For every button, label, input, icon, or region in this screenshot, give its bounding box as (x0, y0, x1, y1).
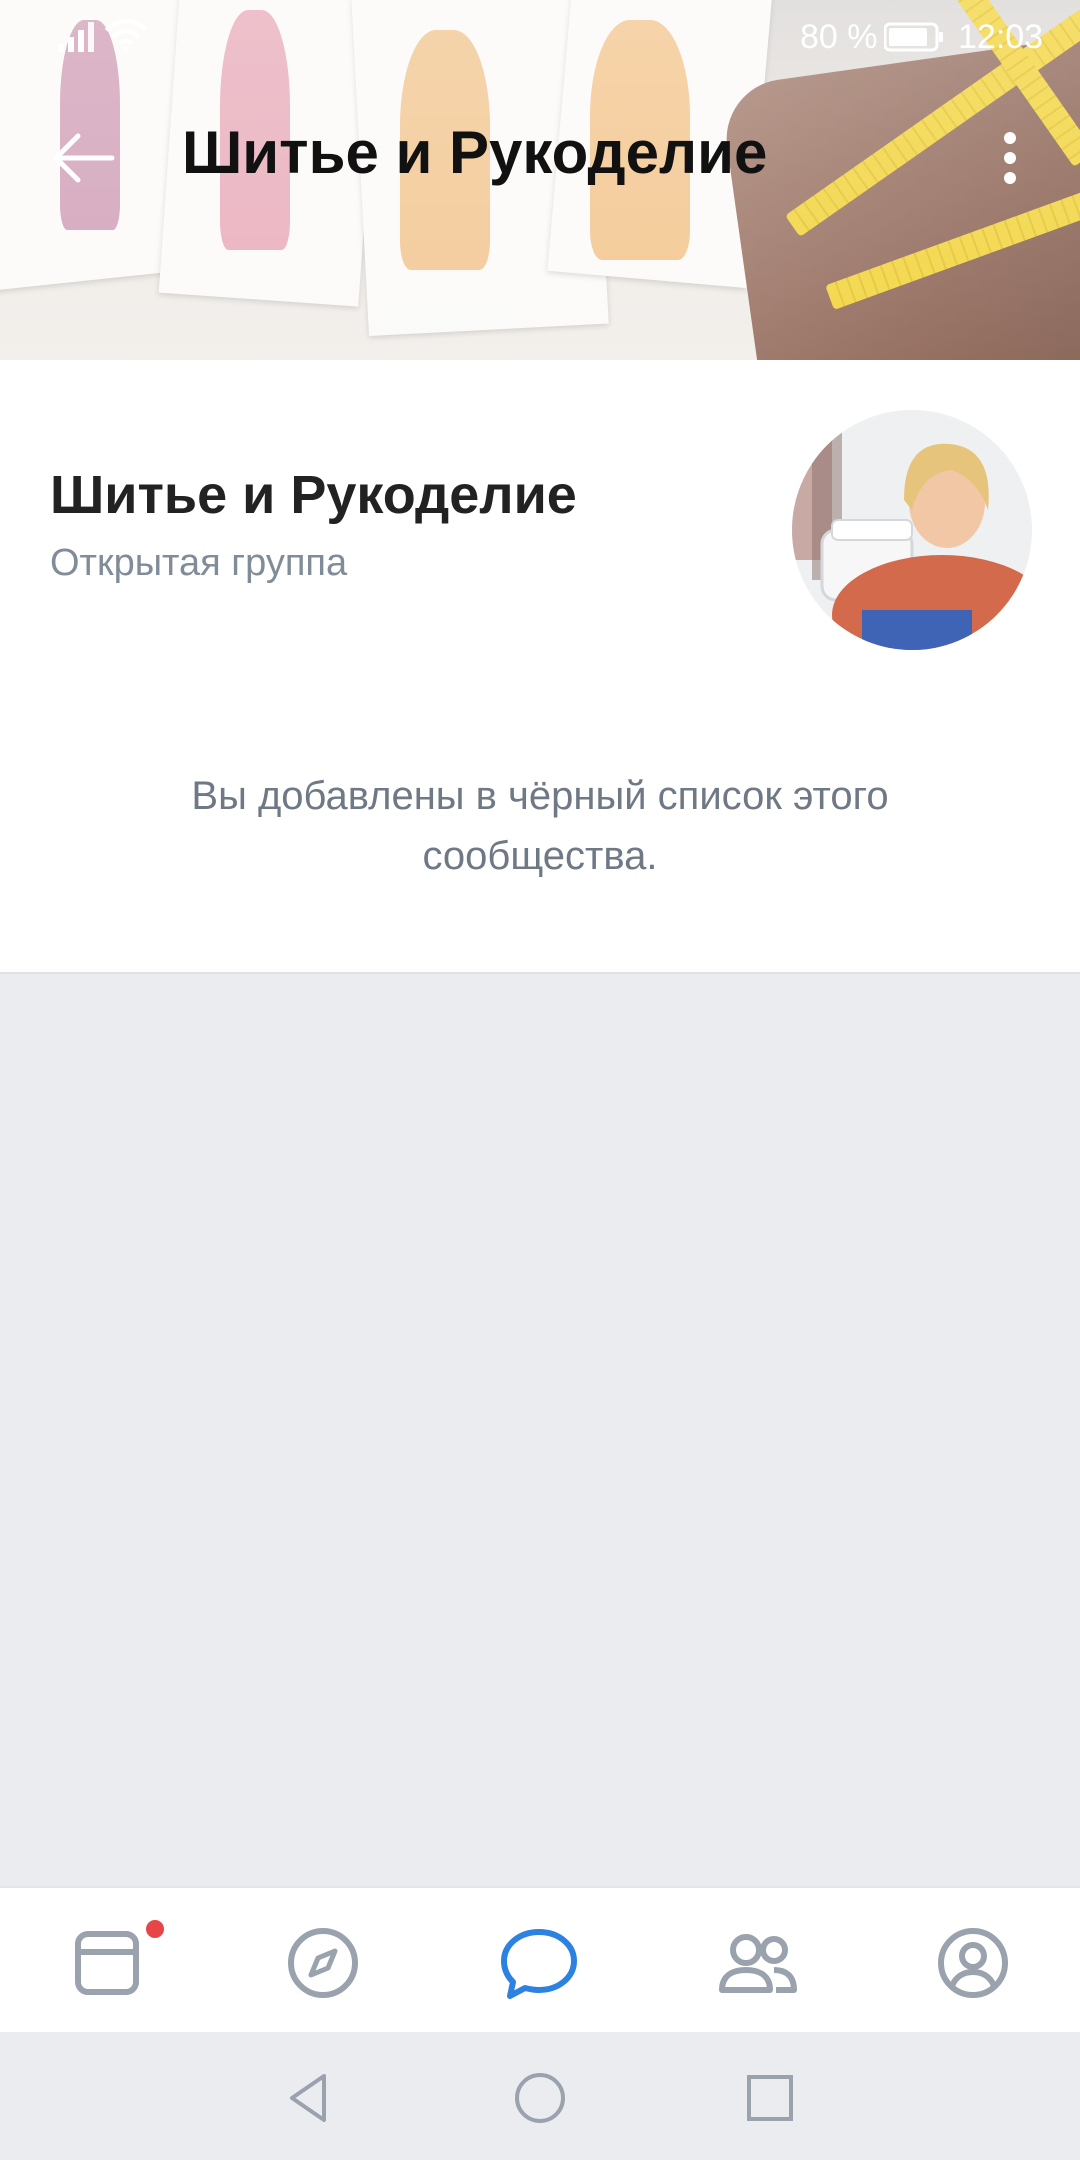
battery-icon (884, 22, 943, 52)
group-card: Шитье и Рукоделие Открытая группа Вы доб… (0, 360, 1080, 974)
wifi-icon (104, 19, 148, 52)
group-name: Шитье и Рукоделие (50, 465, 577, 525)
header-title: Шитье и Рукоделие (182, 119, 768, 186)
battery-percent: 80 % (800, 18, 878, 56)
tab-news[interactable] (62, 1918, 152, 2008)
notification-badge (144, 1918, 166, 1940)
avatar-image (792, 410, 1032, 650)
group-avatar[interactable] (792, 410, 1032, 650)
bottom-tab-bar (0, 1886, 1080, 2034)
system-navigation-bar (0, 2032, 1080, 2160)
system-back-icon[interactable] (280, 2068, 340, 2128)
newsfeed-icon (75, 1931, 139, 1995)
chat-bubble-icon (501, 1929, 577, 1999)
tab-explore[interactable] (278, 1918, 368, 2008)
profile-icon (938, 1928, 1008, 1998)
system-recents-icon[interactable] (740, 2068, 800, 2128)
friends-icon (719, 1934, 797, 1993)
system-home-icon[interactable] (510, 2068, 570, 2128)
compass-icon (288, 1928, 358, 1998)
signal-icon (58, 22, 94, 52)
blacklist-message: Вы добавлены в чёрный список этого сообщ… (191, 774, 889, 878)
more-vertical-icon[interactable] (990, 128, 1030, 188)
tab-friends[interactable] (712, 1918, 802, 2008)
group-type: Открытая группа (50, 542, 348, 584)
clock: 12:03 (958, 18, 1044, 56)
back-arrow-icon[interactable] (50, 128, 116, 188)
tab-messages[interactable] (494, 1918, 584, 2008)
tab-profile[interactable] (928, 1918, 1018, 2008)
status-bar: 80 % 12:03 (0, 0, 1080, 72)
